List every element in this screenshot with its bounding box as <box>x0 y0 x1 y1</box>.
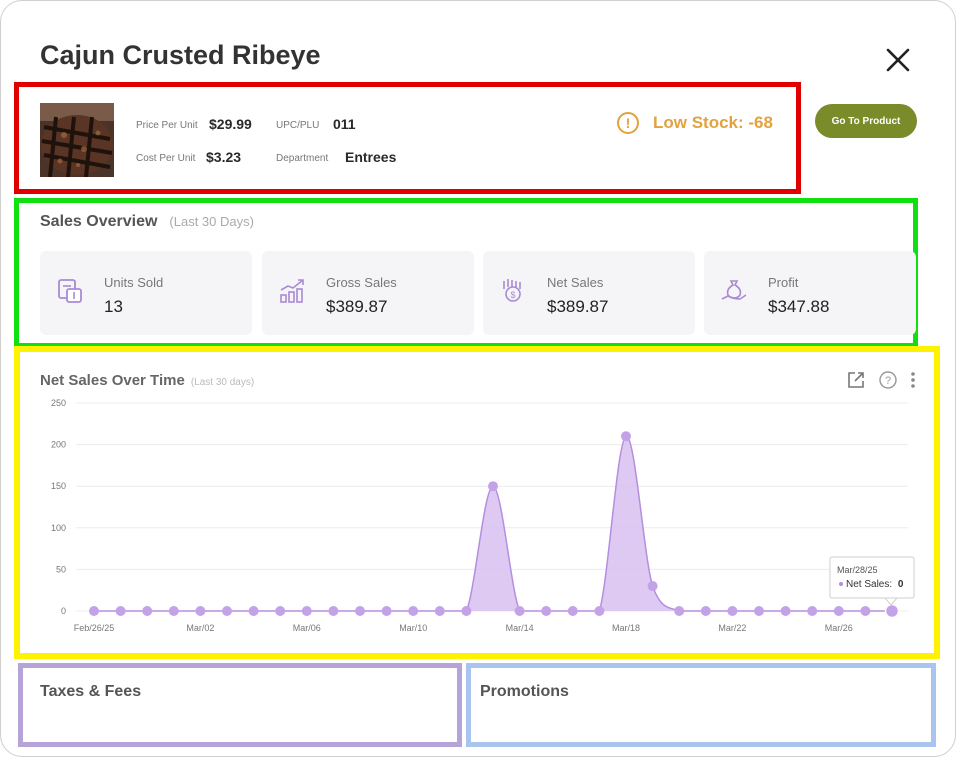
stat-card-gross-sales: Gross Sales $389.87 <box>262 251 474 335</box>
low-stock-indicator: ! Low Stock: -68 <box>617 110 773 136</box>
low-stock-text: Low Stock: -68 <box>653 113 773 132</box>
stat-label: Profit <box>768 275 799 290</box>
sales-overview-header: Sales Overview (Last 30 Days) <box>40 213 254 231</box>
money-bag-hand-icon <box>721 280 747 300</box>
taxes-fees-title: Taxes & Fees <box>40 683 142 700</box>
chart-title: Net Sales Over Time <box>40 372 185 389</box>
product-image <box>40 103 114 177</box>
more-options-icon[interactable] <box>908 370 918 395</box>
chart-subtitle: (Last 30 days) <box>190 377 255 388</box>
upc-value: 011 <box>333 116 356 132</box>
stat-value: $347.88 <box>768 297 830 316</box>
sales-overview-title: Sales Overview <box>40 213 158 230</box>
stat-value: $389.87 <box>547 297 609 316</box>
stat-value: $389.87 <box>326 297 388 316</box>
promotions-outline <box>466 663 936 747</box>
warning-icon: ! <box>617 112 639 134</box>
cost-value: $3.23 <box>206 149 242 165</box>
chart-growth-icon <box>280 279 304 303</box>
go-to-product-button[interactable]: Go To Product <box>815 104 917 138</box>
cost-label: Cost Per Unit <box>136 153 196 164</box>
chart-header: Net Sales Over Time (Last 30 days) <box>40 372 254 389</box>
sales-overview-subtitle: (Last 30 Days) <box>169 214 254 229</box>
product-info-outline <box>14 82 801 194</box>
svg-text:$: $ <box>510 290 515 300</box>
department-value: Entrees <box>345 149 397 165</box>
money-hand-icon: $ <box>503 279 521 302</box>
stat-card-net-sales: $ Net Sales $389.87 <box>483 251 695 335</box>
product-title: Cajun Crusted Ribeye <box>40 40 321 70</box>
promotions-title: Promotions <box>480 683 569 700</box>
upc-label: UPC/PLU <box>276 120 320 131</box>
stat-label: Gross Sales <box>326 275 397 290</box>
help-icon[interactable]: ? <box>878 370 898 395</box>
stat-card-profit: Profit $347.88 <box>704 251 916 335</box>
close-icon[interactable] <box>882 44 914 76</box>
price-label: Price Per Unit <box>136 120 198 131</box>
taxes-outline <box>18 663 462 747</box>
stat-label: Units Sold <box>104 275 164 290</box>
price-value: $29.99 <box>209 116 252 132</box>
stat-card-units-sold: Units Sold 13 <box>40 251 252 335</box>
stat-label: Net Sales <box>547 275 604 290</box>
svg-text:?: ? <box>885 375 891 387</box>
units-icon <box>58 279 82 303</box>
chart-outline <box>14 346 940 659</box>
stat-value: 13 <box>104 297 123 316</box>
department-label: Department <box>276 153 329 164</box>
open-external-icon[interactable] <box>846 370 866 395</box>
